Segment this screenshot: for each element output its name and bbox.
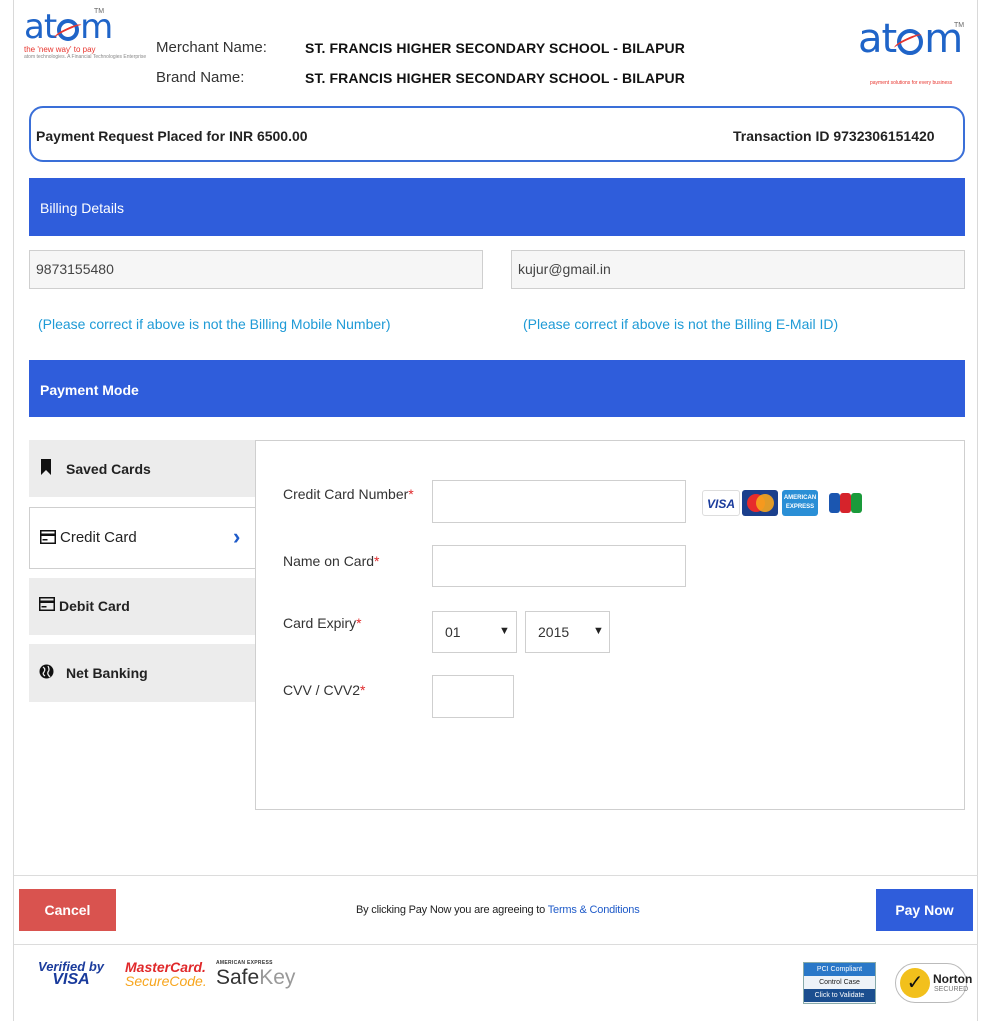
bookmark-icon [39,459,53,478]
tab-net-banking-label: Net Banking [66,665,148,681]
logo-right-subtag: payment solutions for every business [870,80,953,86]
transaction-id: Transaction ID 9732306151420 [733,128,935,144]
billing-details-header: Billing Details [29,178,965,236]
tab-debit-card-label: Debit Card [59,598,130,614]
name-on-card-input[interactable] [432,545,686,587]
visa-logo: VISA [702,490,740,516]
billing-details-title: Billing Details [40,200,125,216]
globe-icon [39,664,54,682]
cvv-input[interactable] [432,675,514,718]
norton-secured-badge: ✓ Norton SECURED [895,963,972,1003]
brand-name-value: ST. FRANCIS HIGHER SECONDARY SCHOOL - BI… [305,70,685,86]
verified-by-visa-badge: Verified by VISA [38,959,104,988]
footer-divider [14,875,978,876]
expiry-year-value: 2015 [538,624,570,640]
cvv-label: CVV / CVV2* [283,682,366,698]
tab-credit-card[interactable]: Credit Card › [29,507,256,569]
terms-agreement-text: By clicking Pay Now you are agreeing to [356,904,546,916]
checkmark-icon: ✓ [900,968,930,998]
amex-logo: AMERICAN EXPRESS [782,490,818,516]
atom-logo-left: at m TM the 'new way' to pay atom technol… [24,8,152,70]
name-on-card-label: Name on Card* [283,553,380,569]
card-number-input[interactable] [432,480,686,523]
cancel-button[interactable]: Cancel [19,889,116,931]
tab-saved-cards-label: Saved Cards [66,461,151,477]
debit-card-icon [39,597,55,614]
payment-mode-header: Payment Mode [29,360,965,417]
mobile-hint: (Please correct if above is not the Bill… [38,316,391,332]
pci-compliant-badge[interactable]: PCI Compliant Control Case Click to Vali… [803,962,876,1004]
amex-safekey-badge: AMERICAN EXPRESS SafeKey [216,960,296,989]
credit-card-icon [40,530,56,548]
card-number-label: Credit Card Number* [283,486,414,502]
terms-agreement: By clicking Pay Now you are agreeing to … [356,904,640,916]
expiry-month-select[interactable]: 01 ▼ [432,611,517,653]
payment-request-amount: Payment Request Placed for INR 6500.00 [36,128,308,144]
merchant-name-label: Merchant Name: [156,39,267,56]
tab-debit-card[interactable]: Debit Card [29,578,255,635]
dropdown-arrow-icon: ▼ [499,625,510,637]
expiry-month-value: 01 [445,624,461,640]
expiry-year-select[interactable]: 2015 ▼ [525,611,610,653]
logo-tm: TM [94,8,105,15]
tab-saved-cards[interactable]: Saved Cards [29,440,255,497]
merchant-name-value: ST. FRANCIS HIGHER SECONDARY SCHOOL - BI… [305,40,685,56]
email-hint: (Please correct if above is not the Bill… [523,316,839,332]
tab-credit-card-label: Credit Card [60,529,137,546]
card-expiry-label: Card Expiry* [283,615,362,631]
brand-name-label: Brand Name: [156,69,245,86]
footer-divider-bottom [14,944,978,945]
terms-link[interactable]: Terms & Conditions [548,904,640,916]
jcb-logo [826,490,864,516]
mastercard-logo [742,490,778,516]
merchant-labels: Merchant Name: Brand Name: [156,33,267,93]
logo-right-tm: TM [954,22,965,29]
payment-mode-title: Payment Mode [40,382,139,398]
chevron-right-icon: › [233,524,241,549]
billing-email-input[interactable]: kujur@gmail.in [511,250,965,289]
logo-subtag: atom technologies. A Financial Technolog… [24,54,147,60]
atom-logo-right: at m TM payment solutions for every busin… [858,16,965,86]
tab-net-banking[interactable]: Net Banking [29,644,255,702]
dropdown-arrow-icon: ▼ [593,625,604,637]
mastercard-securecode-badge: MasterCard. SecureCode. [125,959,207,989]
billing-mobile-input[interactable]: 9873155480 [29,250,483,289]
merchant-values: ST. FRANCIS HIGHER SECONDARY SCHOOL - BI… [305,33,685,93]
pay-now-button[interactable]: Pay Now [876,889,973,931]
